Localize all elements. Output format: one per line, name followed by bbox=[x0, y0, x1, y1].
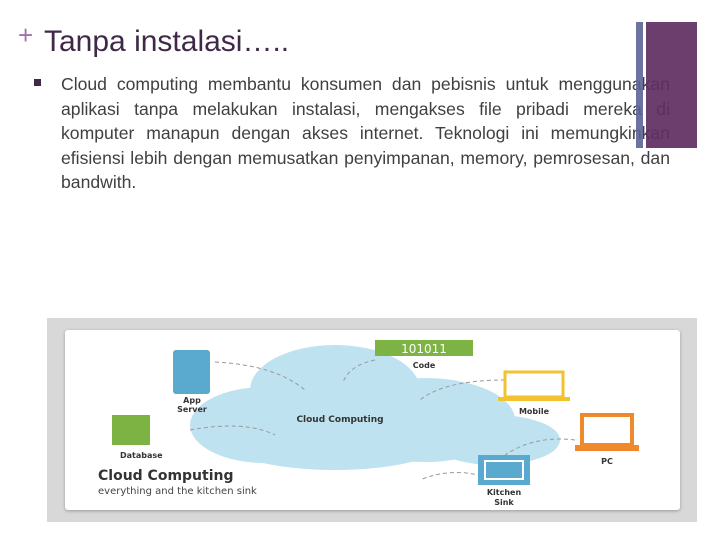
pc-label: PC bbox=[601, 457, 613, 466]
pc-icon bbox=[580, 413, 634, 447]
database-icon bbox=[112, 415, 150, 445]
bullet-list: Cloud computing membantu konsumen dan pe… bbox=[34, 72, 670, 195]
figure-card: Cloud Computing 101011 Code App Server M… bbox=[65, 330, 680, 510]
app-server-icon bbox=[173, 350, 210, 394]
decorative-bar-thick bbox=[646, 22, 697, 148]
title-plus-marker: + bbox=[18, 20, 34, 50]
figure-subheading: everything and the kitchen sink bbox=[98, 486, 257, 497]
app-server-label-2: Server bbox=[177, 405, 207, 414]
code-label: Code bbox=[413, 361, 436, 370]
bullet-square-icon bbox=[34, 79, 41, 86]
bullet-text: Cloud computing membantu konsumen dan pe… bbox=[61, 74, 670, 192]
code-badge: 101011 bbox=[401, 342, 447, 356]
cloud-computing-figure: Cloud Computing 101011 Code App Server M… bbox=[47, 318, 697, 522]
figure-heading: Cloud Computing bbox=[98, 468, 234, 484]
mobile-laptop-icon bbox=[503, 370, 565, 399]
slide-title: Tanpa instalasi….. bbox=[44, 25, 290, 58]
cloud-center-label: Cloud Computing bbox=[296, 415, 383, 425]
kitchen-sink-label-2: Sink bbox=[494, 498, 514, 507]
cloud-shape bbox=[190, 345, 560, 470]
cloud-diagram: Cloud Computing 101011 Code App Server M… bbox=[98, 340, 639, 507]
decorative-bar-thin bbox=[636, 22, 643, 148]
database-label: Database bbox=[120, 451, 163, 460]
mobile-label: Mobile bbox=[519, 407, 550, 416]
app-server-label-1: App bbox=[183, 396, 201, 405]
kitchen-sink-label-1: Kitchen bbox=[487, 488, 522, 497]
